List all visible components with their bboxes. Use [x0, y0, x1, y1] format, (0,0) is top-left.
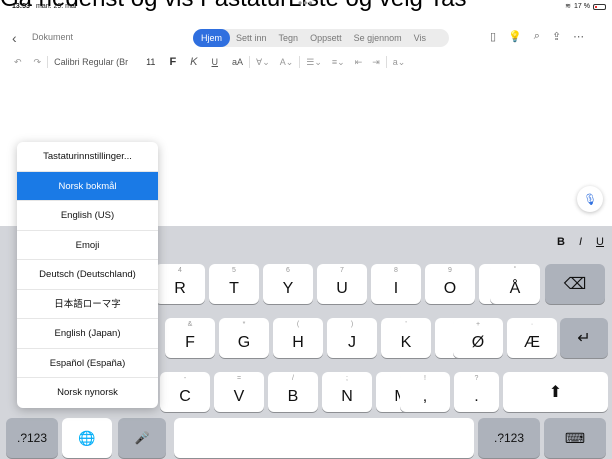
key-n[interactable]: ; N	[322, 372, 372, 412]
lang-english-us[interactable]: English (US)	[17, 201, 158, 231]
lang-espanol[interactable]: Español (España)	[17, 349, 158, 378]
kb-bold-button[interactable]: B	[557, 236, 565, 248]
undo-icon[interactable]: ↶	[14, 57, 22, 68]
key-k[interactable]: ' K	[381, 318, 431, 358]
tab-sett-inn[interactable]: Sett inn	[230, 29, 273, 47]
key-o[interactable]: 9O	[425, 264, 475, 304]
kb-italic-button[interactable]: I	[579, 236, 582, 248]
key-j[interactable]: ) J	[327, 318, 377, 358]
divider	[249, 56, 251, 68]
lang-emoji[interactable]: Emoji	[17, 231, 158, 260]
status-right: ≋ 17 %	[565, 0, 606, 14]
status-bar: 13:53 man. 29. mai ••• ≋ 17 %	[0, 0, 612, 14]
lang-english-japan[interactable]: English (Japan)	[17, 319, 158, 349]
tab-vis[interactable]: Vis	[408, 29, 432, 47]
text-size-button[interactable]: aA	[232, 57, 243, 67]
key-t[interactable]: 5T	[209, 264, 259, 304]
keyboard-format-bar: B I U	[557, 236, 604, 248]
numbers-key-left[interactable]: .?123	[6, 418, 58, 458]
top-bar: ‹ Dokument Hjem Sett inn Tegn Oppsett Se…	[0, 26, 612, 50]
lang-norsk-nynorsk[interactable]: Norsk nynorsk	[17, 378, 158, 408]
key-ae[interactable]: · Æ	[507, 318, 557, 358]
divider	[47, 56, 49, 68]
battery-percent: 17 %	[574, 3, 590, 10]
bold-button[interactable]: F	[169, 56, 176, 68]
lang-norsk-bokmal[interactable]: Norsk bokmål	[17, 171, 158, 201]
keyboard-hide-icon: ⌨	[564, 429, 586, 446]
lang-deutsch[interactable]: Deutsch (Deutschland)	[17, 260, 158, 290]
back-chevron-icon[interactable]: ‹	[12, 30, 17, 46]
battery-icon	[593, 4, 606, 10]
share-icon[interactable]: ⇪	[552, 30, 561, 43]
tab-se-gjennom[interactable]: Se gjennom	[348, 29, 408, 47]
multitask-dots[interactable]: •••	[298, 0, 314, 10]
backspace-icon: ⌫	[563, 276, 587, 293]
key-r[interactable]: 4R	[155, 264, 205, 304]
search-icon[interactable]: ⌕	[534, 30, 540, 43]
italic-button[interactable]: K	[190, 56, 197, 68]
key-comma[interactable]: !,	[400, 372, 450, 412]
numbers-key-right[interactable]: .?123	[478, 418, 540, 458]
divider	[385, 56, 387, 68]
bullets-icon[interactable]: ☰⌄	[306, 57, 322, 68]
key-y[interactable]: 6Y	[263, 264, 313, 304]
wifi-icon: ≋	[565, 3, 572, 10]
key-g[interactable]: * G	[219, 318, 269, 358]
ribbon-tabs: Hjem Sett inn Tegn Oppsett Se gjennom Vi…	[193, 29, 449, 47]
divider	[299, 56, 301, 68]
top-icons: ▯ 💡 ⌕ ⇪ ⋯	[490, 30, 584, 43]
highlight-icon[interactable]: ∀⌄	[256, 57, 270, 68]
globe-key[interactable]: 🌐	[62, 418, 112, 458]
globe-icon: 🌐	[78, 429, 96, 446]
mic-icon: 🎤	[134, 431, 150, 445]
dictate-mic-icon[interactable]: 🎙	[577, 186, 603, 212]
key-f[interactable]: & F	[165, 318, 215, 358]
dictation-key[interactable]: 🎤	[118, 418, 166, 458]
return-key[interactable]: ↵	[560, 318, 608, 358]
redo-icon[interactable]: ↷	[34, 57, 42, 68]
tab-oppsett[interactable]: Oppsett	[304, 29, 348, 47]
font-name-picker[interactable]: Calibri Regular (Br	[54, 57, 136, 67]
key-i[interactable]: 8I	[371, 264, 421, 304]
key-v[interactable]: = V	[214, 372, 264, 412]
hide-keyboard-key[interactable]: ⌨	[544, 418, 606, 458]
shift-icon: ⬆	[548, 384, 563, 401]
status-time: 13:53	[12, 3, 30, 10]
lightbulb-icon[interactable]: 💡	[508, 30, 522, 43]
lang-japanese-romaji[interactable]: 日本語ローマ字	[17, 290, 158, 319]
backspace-key[interactable]: ⌫	[545, 264, 605, 304]
language-menu: Tastaturinnstillinger... Norsk bokmål En…	[17, 142, 158, 408]
status-date: man. 29. mai	[36, 3, 77, 10]
key-period[interactable]: ?.	[454, 372, 499, 412]
key-b[interactable]: / B	[268, 372, 318, 412]
indent-icon[interactable]: ⇥	[372, 57, 380, 68]
phone-view-icon[interactable]: ▯	[490, 30, 496, 43]
key-h[interactable]: (H	[273, 318, 323, 358]
key-o-slash[interactable]: + Ø	[453, 318, 503, 358]
tab-hjem[interactable]: Hjem	[193, 29, 231, 47]
key-a-ring[interactable]: ˚ Å	[490, 264, 540, 304]
key-c[interactable]: -C	[160, 372, 210, 412]
ribbon-toolbar: ↶ ↷ Calibri Regular (Br 11 F K U aA ∀⌄ A…	[0, 52, 612, 72]
more-icon[interactable]: ⋯	[573, 30, 584, 43]
space-key[interactable]	[174, 418, 474, 458]
back-button[interactable]: Dokument	[32, 32, 73, 42]
shift-key[interactable]: ⬆	[503, 372, 608, 412]
styles-icon[interactable]: a⌄	[393, 57, 406, 68]
font-color-icon[interactable]: A⌄	[280, 57, 294, 68]
tab-tegn[interactable]: Tegn	[273, 29, 305, 47]
kb-underline-button[interactable]: U	[596, 236, 604, 248]
outdent-icon[interactable]: ⇤	[355, 57, 363, 68]
underline-button[interactable]: U	[212, 57, 219, 67]
return-icon: ↵	[577, 330, 591, 347]
keyboard-settings-item[interactable]: Tastaturinnstillinger...	[17, 142, 158, 172]
numbering-icon[interactable]: ≡⌄	[332, 57, 345, 68]
font-size-picker[interactable]: 11	[146, 57, 155, 67]
key-u[interactable]: 7U	[317, 264, 367, 304]
